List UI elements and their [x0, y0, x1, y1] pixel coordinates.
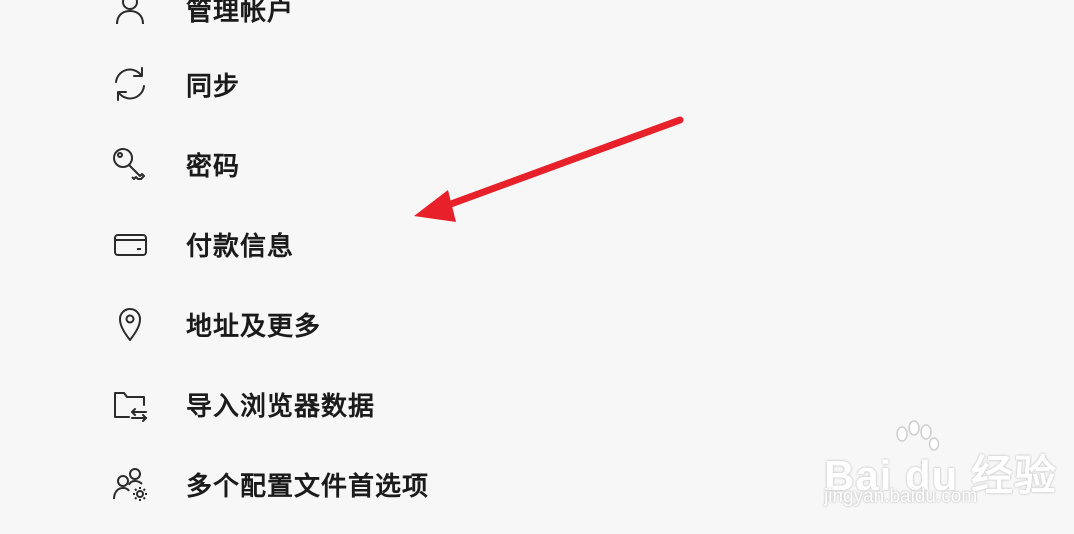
- profiles-settings-icon: [111, 465, 149, 503]
- person-icon: [111, 0, 149, 28]
- menu-item-import-browser-data[interactable]: 导入浏览器数据: [100, 378, 620, 430]
- folder-import-icon: [111, 385, 149, 423]
- location-pin-icon: [111, 305, 149, 343]
- menu-item-label: 同步: [186, 71, 241, 102]
- menu-item-sync[interactable]: 同步: [100, 58, 620, 110]
- menu-item-multi-profile-preferences[interactable]: 多个配置文件首选项: [100, 458, 620, 510]
- key-icon: [111, 145, 149, 183]
- menu-item-addresses[interactable]: 地址及更多: [100, 298, 620, 350]
- menu-item-label: 多个配置文件首选项: [186, 471, 430, 502]
- menu-item-passwords[interactable]: 密码: [100, 138, 620, 190]
- menu-item-label: 导入浏览器数据: [186, 391, 376, 422]
- menu-item-label: 地址及更多: [186, 311, 322, 342]
- menu-item-label: 管理帐户: [186, 0, 295, 27]
- sync-icon: [111, 65, 149, 103]
- menu-item-label: 密码: [186, 151, 241, 182]
- credit-card-icon: [111, 225, 149, 263]
- menu-item-payment-info[interactable]: 付款信息: [100, 218, 620, 270]
- menu-item-label: 付款信息: [186, 231, 295, 262]
- settings-menu: 管理帐户 同步 密码 付款信息 地址及更多 导入浏览器数据 多个配置文件首选项: [0, 0, 1074, 534]
- menu-item-manage-account[interactable]: 管理帐户: [100, 0, 620, 35]
